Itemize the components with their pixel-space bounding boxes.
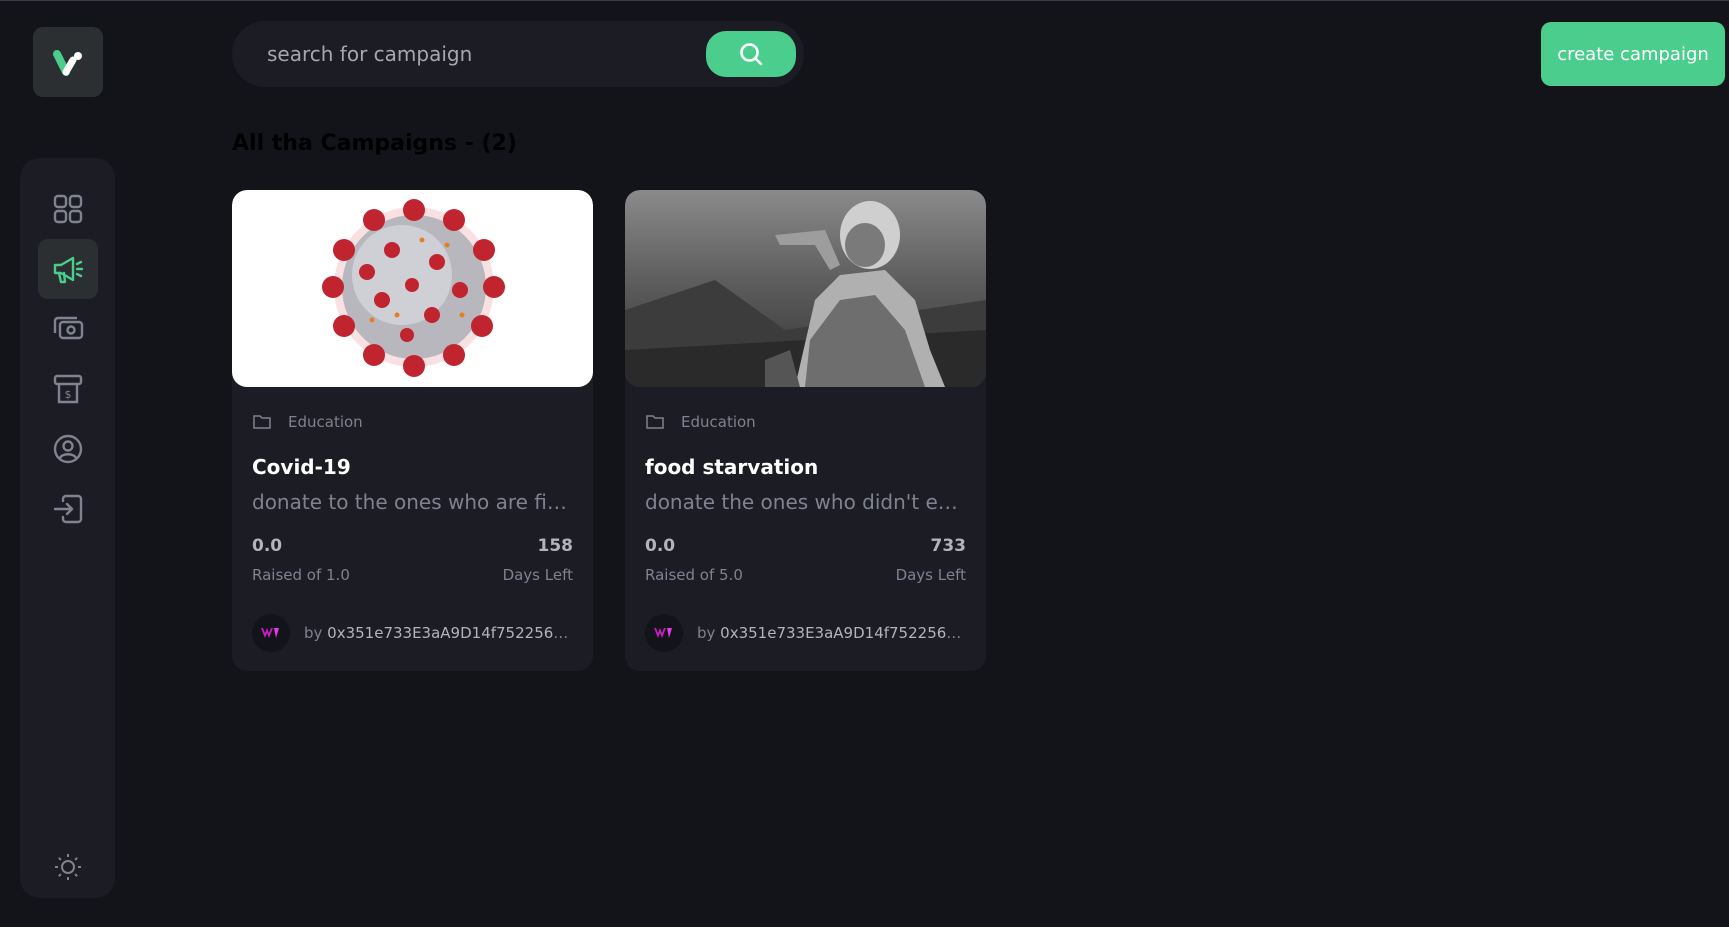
days-left-value: 158: [537, 536, 574, 556]
create-campaign-button[interactable]: create campaign: [1541, 22, 1725, 86]
sidebar: $: [20, 158, 115, 898]
sidebar-item-withdraw[interactable]: $: [38, 359, 98, 419]
campaign-card[interactable]: Education food starvation donate the one…: [625, 190, 986, 671]
withdraw-icon: $: [53, 374, 83, 404]
search-button[interactable]: [706, 31, 796, 77]
logout-icon: [53, 494, 83, 524]
campaign-description: donate to the ones who are fighting covi…: [252, 490, 572, 514]
days-left-value: 733: [930, 536, 967, 556]
folder-icon: [253, 415, 271, 429]
avatar: [645, 614, 683, 652]
logo-icon: [53, 50, 82, 76]
search-icon: [740, 43, 763, 66]
raised-label: Raised of 5.0: [645, 566, 743, 584]
theme-toggle[interactable]: [38, 837, 98, 897]
profile-icon: [53, 434, 83, 464]
raised-amount: 0.0: [645, 536, 676, 556]
search-bar: [232, 21, 804, 87]
sun-icon: [55, 854, 81, 880]
dashboard-icon: [53, 194, 83, 224]
owner-address: 0x351e733E3aA9D14f7522563968: [327, 624, 569, 642]
campaign-owner: by 0x351e733E3aA9D14f7522563968: [645, 614, 962, 652]
category-label: Education: [288, 413, 363, 431]
sidebar-item-campaign[interactable]: [38, 239, 98, 299]
sidebar-item-payment[interactable]: [38, 299, 98, 359]
app-logo[interactable]: [33, 27, 103, 97]
campaign-title: Covid-19: [252, 455, 351, 479]
avatar: [252, 614, 290, 652]
sidebar-item-dashboard[interactable]: [38, 179, 98, 239]
owner-prefix: by: [304, 624, 328, 642]
campaign-title: food starvation: [645, 455, 819, 479]
folder-icon: [646, 415, 664, 429]
campaign-category: Education: [252, 412, 363, 432]
owner-address-text: by 0x351e733E3aA9D14f7522563968: [697, 624, 962, 642]
svg-text:$: $: [65, 388, 72, 401]
campaign-image-virus: [232, 190, 593, 387]
sidebar-item-profile[interactable]: [38, 419, 98, 479]
owner-prefix: by: [697, 624, 721, 642]
days-left-label: Days Left: [895, 566, 966, 584]
campaign-owner: by 0x351e733E3aA9D14f7522563968: [252, 614, 569, 652]
owner-address: 0x351e733E3aA9D14f7522563968: [720, 624, 962, 642]
page-title: All tha Campaigns - (2): [232, 131, 517, 156]
campaign-image-starvation: [625, 190, 986, 387]
category-label: Education: [681, 413, 756, 431]
raised-label: Raised of 1.0: [252, 566, 350, 584]
owner-address-text: by 0x351e733E3aA9D14f7522563968: [304, 624, 569, 642]
campaign-category: Education: [645, 412, 756, 432]
sidebar-item-logout[interactable]: [38, 479, 98, 539]
raised-amount: 0.0: [252, 536, 283, 556]
search-input[interactable]: [232, 21, 702, 87]
days-left-label: Days Left: [502, 566, 573, 584]
campaign-description: donate the ones who didn't even get food: [645, 490, 965, 514]
thirdweb-icon: [261, 628, 279, 638]
thirdweb-icon: [654, 628, 672, 638]
payment-icon: [53, 316, 84, 340]
campaign-icon: [53, 256, 84, 284]
campaign-card[interactable]: Education Covid-19 donate to the ones wh…: [232, 190, 593, 671]
